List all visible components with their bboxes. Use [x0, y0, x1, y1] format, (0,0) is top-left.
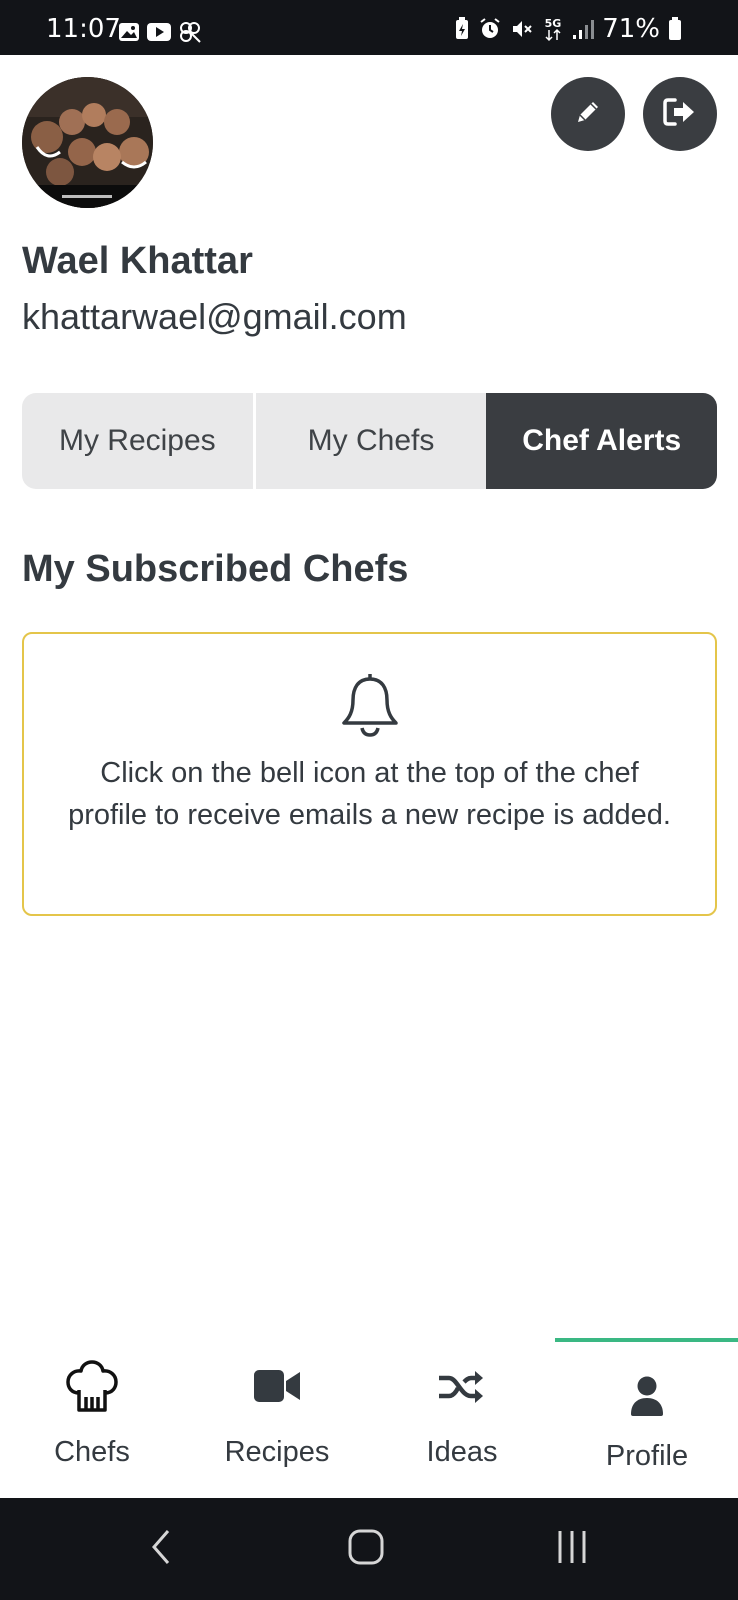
- tab-chef-alerts[interactable]: Chef Alerts: [486, 393, 717, 489]
- nav-item-ideas[interactable]: Ideas: [370, 1338, 554, 1498]
- pencil-icon: [573, 97, 603, 132]
- edit-profile-button[interactable]: [551, 77, 625, 151]
- alarm-icon: [478, 17, 502, 41]
- nav-label-profile: Profile: [605, 1440, 689, 1472]
- status-bar: 11:07 5G 71%: [0, 0, 738, 55]
- system-nav-bar: [0, 1498, 738, 1600]
- nav-item-recipes[interactable]: Recipes: [185, 1338, 369, 1498]
- nav-label-chefs: Chefs: [54, 1436, 130, 1468]
- youtube-icon: [146, 22, 172, 42]
- nav-label-ideas: Ideas: [426, 1436, 498, 1468]
- recents-icon: [552, 1527, 592, 1572]
- alert-text: Click on the bell icon at the top of the…: [68, 757, 671, 831]
- bell-icon: [338, 670, 402, 743]
- nav-item-chefs[interactable]: Chefs: [0, 1338, 184, 1498]
- status-time: 11:07: [46, 14, 121, 44]
- system-back-button[interactable]: [130, 1526, 190, 1572]
- avatar: [22, 77, 153, 208]
- pinwheel-icon: [178, 20, 202, 44]
- user-email: khattarwael@gmail.com: [22, 296, 407, 337]
- video-camera-icon: [254, 1370, 300, 1407]
- chef-alerts-empty-card: Click on the bell icon at the top of the…: [22, 632, 717, 916]
- battery-percent: 71%: [602, 14, 660, 44]
- battery-icon: [668, 17, 682, 41]
- svg-text:5G: 5G: [545, 17, 562, 30]
- home-square-icon: [346, 1527, 386, 1572]
- shuffle-icon: [439, 1370, 485, 1409]
- gallery-icon: [118, 22, 140, 42]
- system-recents-button[interactable]: [542, 1526, 602, 1572]
- user-icon: [631, 1376, 663, 1421]
- system-home-button[interactable]: [336, 1526, 396, 1572]
- chevron-left-icon: [148, 1527, 172, 1572]
- logout-button[interactable]: [643, 77, 717, 151]
- section-title: My Subscribed Chefs: [22, 548, 409, 590]
- nav-label-recipes: Recipes: [224, 1436, 330, 1468]
- battery-saver-icon: [454, 17, 470, 41]
- 5g-icon: 5G: [542, 16, 564, 42]
- chef-hat-icon: [66, 1360, 118, 1419]
- profile-tabs: My Recipes My Chefs Chef Alerts: [22, 393, 717, 489]
- mute-icon: [510, 17, 534, 41]
- user-name: Wael Khattar: [22, 240, 253, 282]
- bottom-nav: Chefs Recipes Ideas Profile: [0, 1338, 738, 1498]
- tab-my-recipes[interactable]: My Recipes: [22, 393, 253, 489]
- logout-icon: [663, 97, 697, 132]
- signal-icon: [572, 18, 595, 40]
- nav-item-profile[interactable]: Profile: [555, 1338, 738, 1498]
- tab-my-chefs[interactable]: My Chefs: [252, 393, 487, 489]
